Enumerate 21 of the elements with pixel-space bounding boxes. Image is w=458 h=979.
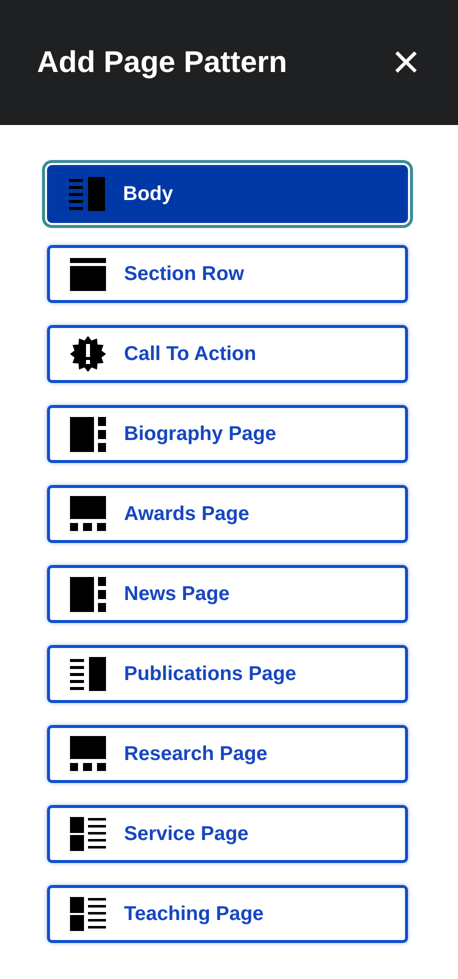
lines-column-icon bbox=[70, 656, 106, 692]
pattern-button[interactable]: Awards Page bbox=[47, 485, 408, 543]
pattern-button[interactable]: Publications Page bbox=[47, 645, 408, 703]
header-block-icon bbox=[70, 256, 106, 292]
pattern-button[interactable]: News Page bbox=[47, 565, 408, 623]
pattern-button[interactable]: Service Page bbox=[47, 805, 408, 863]
dialog-title: Add Page Pattern bbox=[37, 45, 288, 81]
column-squares-icon bbox=[70, 416, 106, 452]
pattern-button[interactable]: Call To Action bbox=[47, 325, 408, 383]
close-button[interactable]: × bbox=[392, 38, 420, 86]
pattern-button[interactable]: Teaching Page bbox=[47, 885, 408, 943]
exclamation-badge-icon bbox=[70, 336, 106, 372]
block-squares-icon bbox=[70, 496, 106, 532]
squares-lines-icon bbox=[70, 816, 106, 852]
pattern-button[interactable]: Biography Page bbox=[47, 405, 408, 463]
block-squares-icon bbox=[70, 736, 106, 772]
pattern-button[interactable]: Section Row bbox=[47, 245, 408, 303]
pattern-button[interactable]: Research Page bbox=[47, 725, 408, 783]
lines-column-icon bbox=[69, 176, 105, 212]
squares-lines-icon bbox=[70, 896, 106, 932]
column-squares-icon bbox=[70, 576, 106, 612]
